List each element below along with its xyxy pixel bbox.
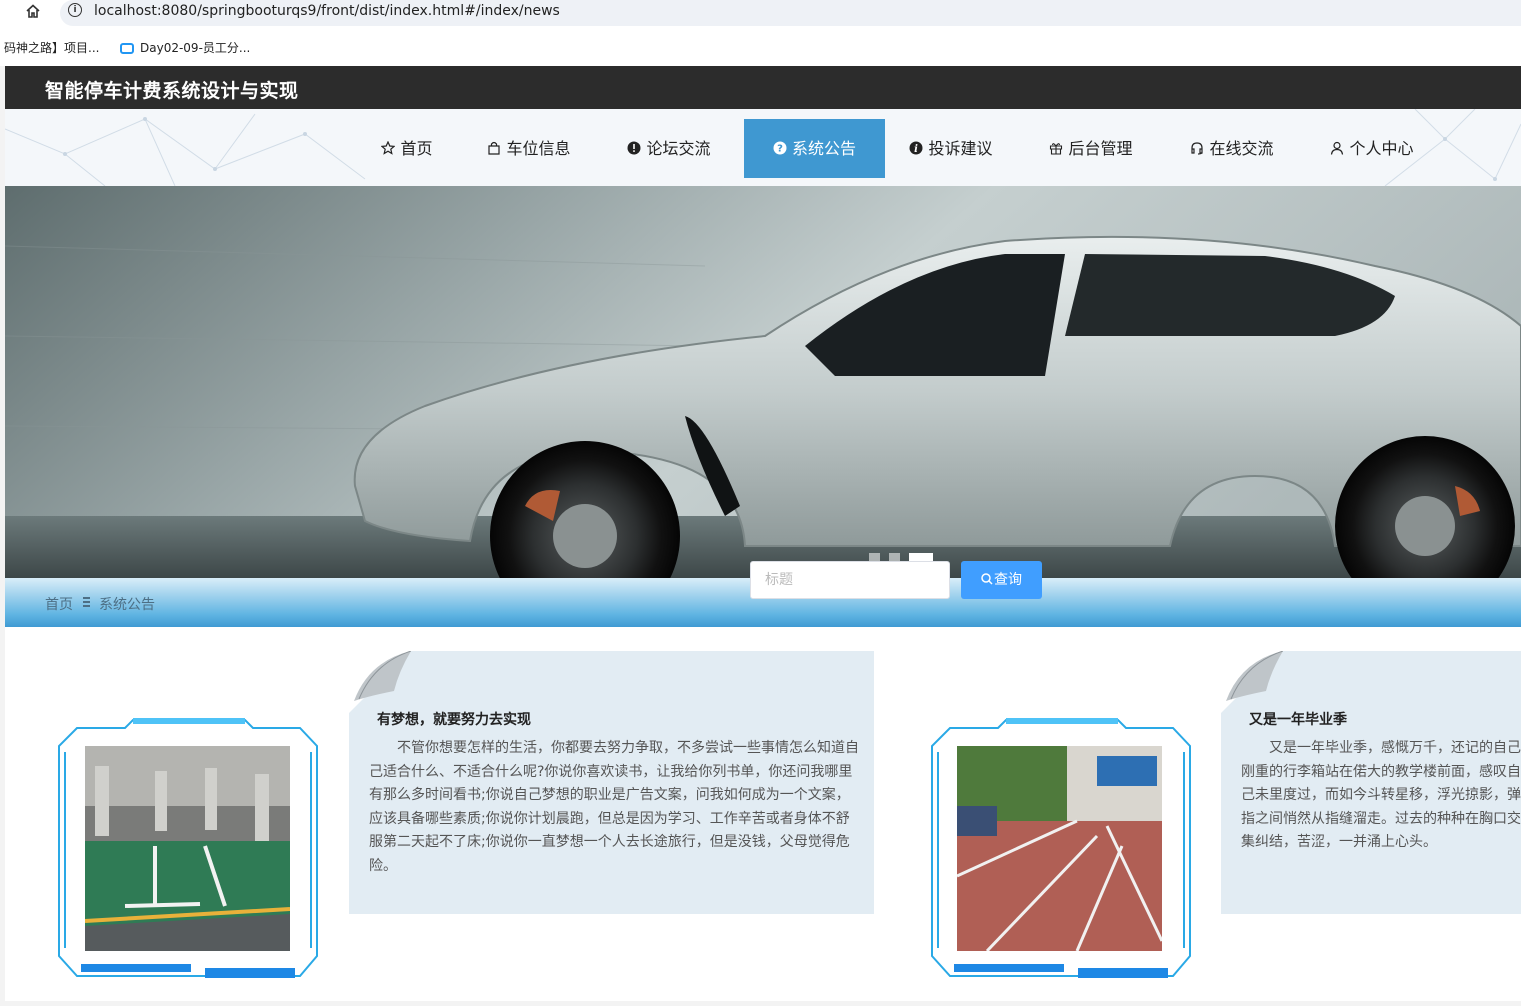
nav-label: 投诉建议 xyxy=(928,139,993,158)
bookmark-item[interactable]: 码神之路】项目... xyxy=(4,39,99,56)
site-info-icon[interactable]: i xyxy=(68,3,82,17)
nav-label: 首页 xyxy=(400,139,433,158)
alert-icon xyxy=(627,141,641,155)
page-curl-decoration xyxy=(1221,651,1283,713)
car-banner-image xyxy=(5,186,1521,578)
news-title[interactable]: 有梦想，就要努力去实现 xyxy=(377,709,531,729)
underground-parking-photo xyxy=(85,746,290,951)
svg-text:?: ? xyxy=(777,144,783,155)
nav-item-forum[interactable]: 论坛交流 xyxy=(623,119,715,178)
bookmark-item[interactable]: Day02-09-员工分... xyxy=(120,39,250,56)
breadcrumb-current: 系统公告 xyxy=(99,597,155,613)
nav-item-admin[interactable]: 后台管理 xyxy=(1045,119,1137,178)
nav-item-home[interactable]: 首页 xyxy=(372,119,442,178)
bag-icon xyxy=(488,141,501,155)
site-header: 智能停车计费系统设计与实现 xyxy=(5,66,1521,109)
address-url[interactable]: localhost:8080/springbooturqs9/front/dis… xyxy=(94,3,560,19)
nav-bar: 首页 车位信息 论坛交流 ? 系统公告 i 投诉建议 后台管理 在线交流 个人中心 xyxy=(5,109,1521,186)
question-icon: ? xyxy=(773,141,787,155)
bilibili-icon xyxy=(120,43,134,54)
search-button[interactable]: 查询 xyxy=(961,561,1042,599)
bookmarks-bar: 码神之路】项目... Day02-09-员工分... xyxy=(0,26,1521,66)
page-curl-decoration xyxy=(349,651,411,713)
nav-item-chat[interactable]: 在线交流 xyxy=(1186,119,1278,178)
nav-label: 在线交流 xyxy=(1209,139,1274,158)
info-icon: i xyxy=(909,141,923,155)
news-excerpt: 又是一年毕业季，感慨万千，还记的自己刚重的行李箱站在偌大的教学楼前面，感叹自己未… xyxy=(1241,740,1521,850)
nav-item-parking[interactable]: 车位信息 xyxy=(483,119,575,178)
user-icon xyxy=(1331,141,1344,155)
search-icon xyxy=(981,573,993,585)
nav-label: 系统公告 xyxy=(791,139,856,158)
street-parking-photo xyxy=(957,746,1162,951)
home-icon[interactable] xyxy=(24,2,42,20)
browser-toolbar: i localhost:8080/springbooturqs9/front/d… xyxy=(0,0,1521,26)
breadcrumb-home[interactable]: 首页 xyxy=(45,594,73,614)
address-bar[interactable]: i localhost:8080/springbooturqs9/front/d… xyxy=(60,0,1521,26)
banner-carousel[interactable] xyxy=(5,186,1521,578)
news-card[interactable]: 又是一年毕业季 又是一年毕业季，感慨万千，还记的自己刚重的行李箱站在偌大的教学楼… xyxy=(1221,651,1521,914)
news-card[interactable]: 有梦想，就要努力去实现 不管你想要怎样的生活，你都要去努力争取，不多尝试一些事情… xyxy=(349,651,874,914)
svg-text:i: i xyxy=(915,144,919,155)
nav-label: 车位信息 xyxy=(506,139,571,158)
site-title: 智能停车计费系统设计与实现 xyxy=(45,80,299,102)
nav-label: 论坛交流 xyxy=(646,139,711,158)
nav-item-profile[interactable]: 个人中心 xyxy=(1326,119,1418,178)
bookmark-label: Day02-09-员工分... xyxy=(140,41,251,55)
title-search-input[interactable]: 标题 xyxy=(750,561,950,599)
gift-icon xyxy=(1050,143,1063,155)
breadcrumb-separator-icon xyxy=(83,597,90,607)
headset-icon xyxy=(1191,142,1204,155)
nav-item-complaints[interactable]: i 投诉建议 xyxy=(905,119,997,178)
search-button-label: 查询 xyxy=(994,572,1022,588)
news-title[interactable]: 又是一年毕业季 xyxy=(1249,709,1347,729)
nav-label: 后台管理 xyxy=(1068,139,1133,158)
star-icon xyxy=(381,141,396,155)
news-excerpt: 不管你想要怎样的生活，你都要去努力争取，不多尝试一些事情怎么知道自己适合什么、不… xyxy=(369,740,859,874)
nav-item-announcements[interactable]: ? 系统公告 xyxy=(744,119,885,178)
nav-label: 个人中心 xyxy=(1349,139,1414,158)
